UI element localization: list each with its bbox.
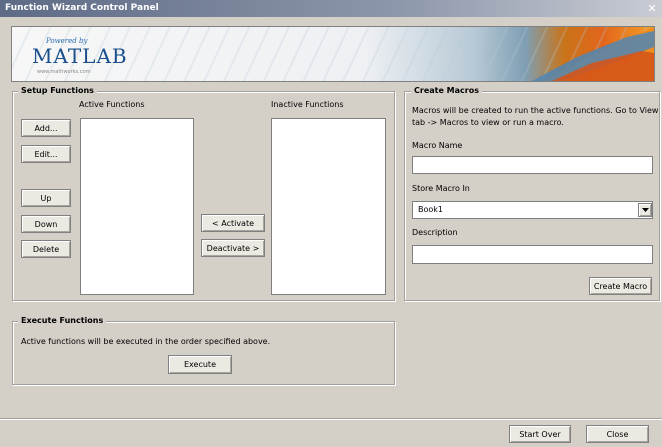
chevron-down-icon[interactable] (638, 203, 652, 217)
start-over-button[interactable]: Start Over (509, 425, 571, 443)
store-macro-in-label: Store Macro In (412, 184, 470, 193)
delete-button[interactable]: Delete (21, 240, 71, 258)
up-button[interactable]: Up (21, 189, 71, 207)
execute-info: Active functions will be executed in the… (21, 337, 271, 346)
matlab-logo: MATLAB (32, 44, 128, 68)
down-button[interactable]: Down (21, 215, 71, 233)
title-bar: Function Wizard Control Panel ✕ (0, 0, 662, 17)
edit-button[interactable]: Edit... (21, 145, 71, 163)
deactivate-button[interactable]: Deactivate > (201, 239, 265, 257)
create-macro-button[interactable]: Create Macro (589, 277, 652, 295)
execute-functions-group (12, 321, 395, 385)
create-macros-title: Create Macros (411, 86, 482, 95)
macro-name-label: Macro Name (412, 141, 463, 150)
execute-functions-title: Execute Functions (18, 316, 107, 325)
store-macro-in-select[interactable]: Book1 (412, 201, 653, 219)
logo-url: www.mathworks.com (37, 69, 91, 75)
chevron-down-glyph (641, 208, 649, 212)
macros-info-line-1: Macros will be created to run the active… (412, 106, 659, 115)
inactive-functions-label: Inactive Functions (271, 100, 344, 109)
matlab-banner: Powered by MATLAB www.mathworks.com (11, 26, 655, 82)
execute-button[interactable]: Execute (168, 355, 232, 374)
add-button[interactable]: Add... (21, 119, 71, 137)
close-icon[interactable]: ✕ (645, 3, 659, 14)
inactive-functions-list[interactable] (271, 118, 386, 295)
description-label: Description (412, 228, 458, 237)
active-functions-list[interactable] (80, 118, 194, 295)
setup-functions-title: Setup Functions (18, 86, 97, 95)
close-button[interactable]: Close (586, 425, 649, 443)
active-functions-label: Active Functions (79, 100, 145, 109)
banner-swoosh-graphic (532, 27, 654, 81)
window-title: Function Wizard Control Panel (5, 3, 159, 13)
macros-info-line-2: tab -> Macros to view or run a macro. (412, 118, 564, 127)
activate-button[interactable]: < Activate (201, 214, 265, 232)
description-input[interactable] (412, 245, 653, 264)
footer-divider (0, 418, 662, 420)
macro-name-input[interactable] (412, 156, 653, 174)
store-macro-in-value: Book1 (418, 205, 443, 214)
